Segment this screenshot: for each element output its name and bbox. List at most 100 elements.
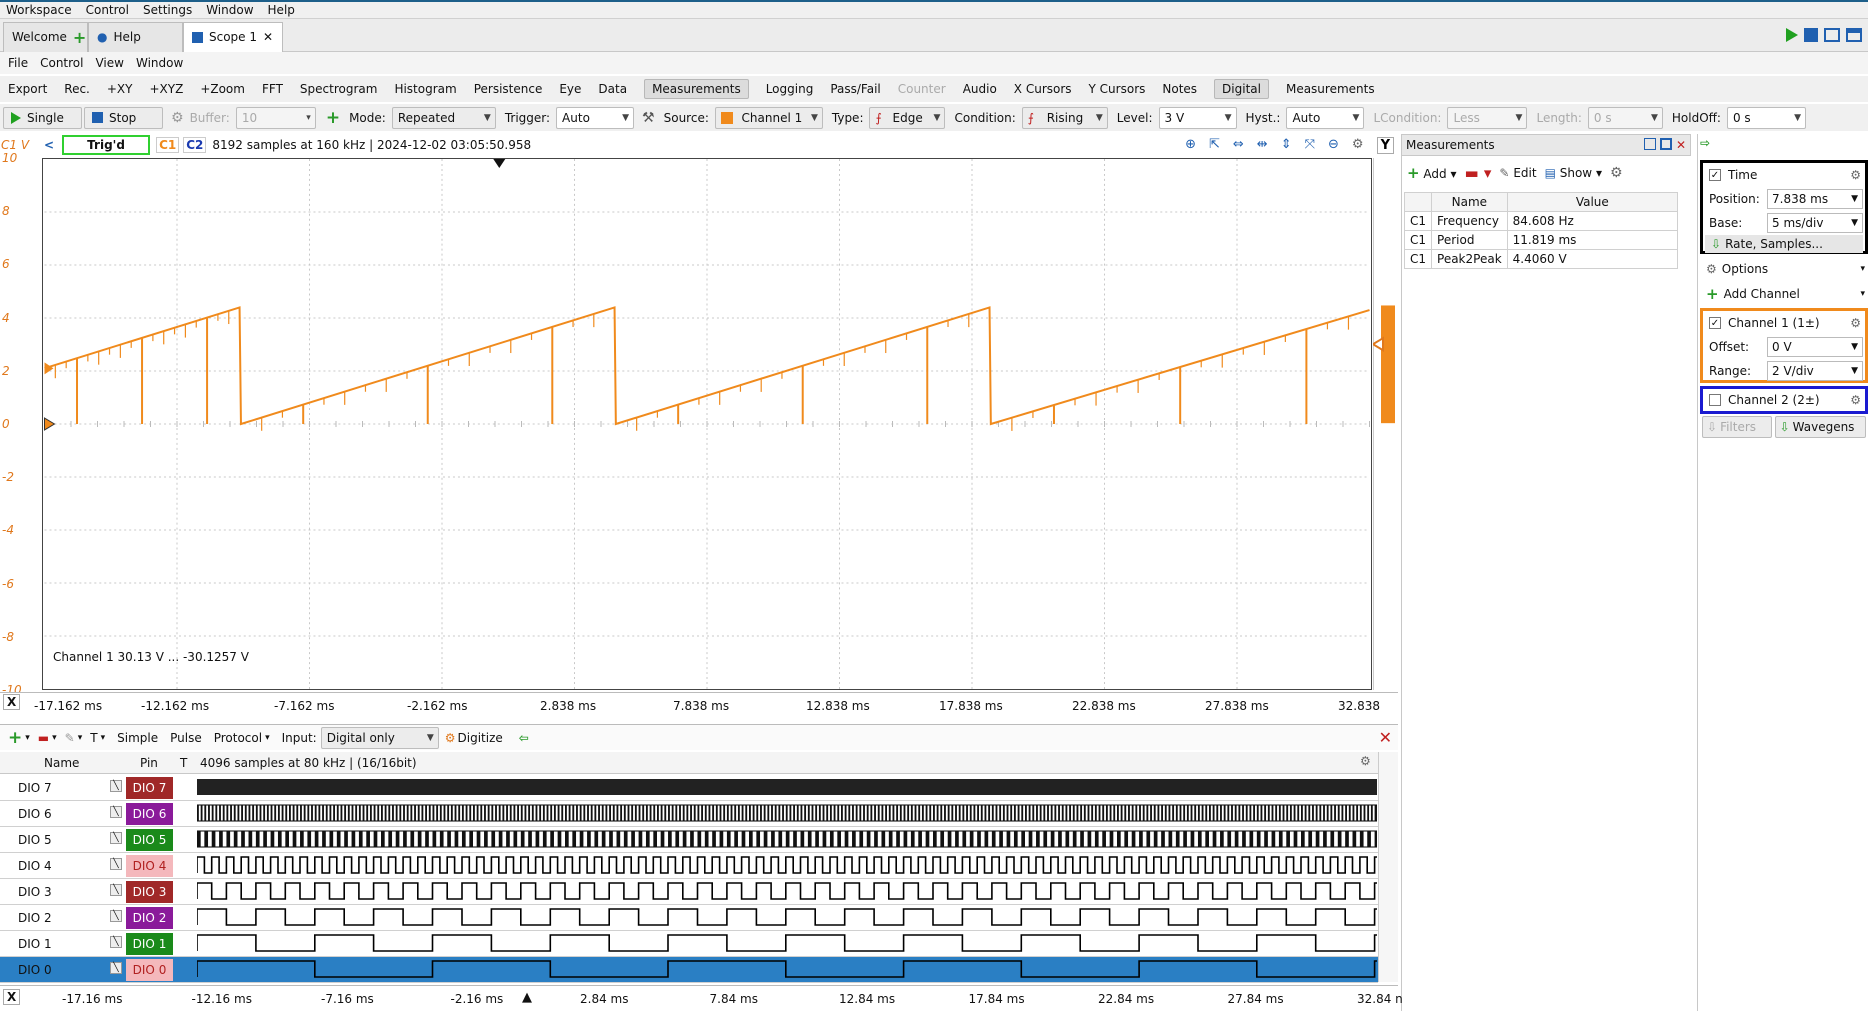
protocol-button[interactable]: Protocol [214,731,262,745]
close-icon[interactable]: ✕ [263,30,273,44]
measurement-row[interactable]: C1 Peak2Peak 4.4060 V [1403,249,1679,269]
t-menu[interactable]: T [90,731,97,745]
type-select[interactable]: ⨍ Edge ▼ [869,106,946,129]
edit-icon[interactable]: ╲ [110,832,122,844]
level-input[interactable]: 3 V ▼ [1158,106,1237,129]
menu-settings[interactable]: Settings [143,3,192,17]
single-button[interactable]: Single [3,106,82,129]
digitize-icon[interactable]: ⚙ [445,731,456,745]
remove-icon[interactable]: ▬ ▾ [1464,164,1491,182]
tool-export[interactable]: Export [8,80,47,98]
hammer-icon[interactable]: ⚒ [642,110,655,126]
align-icon[interactable]: ⇹ [1257,137,1268,154]
condition-select[interactable]: ⨍ Rising ▼ [1021,106,1108,129]
tool--xy[interactable]: +XY [107,80,133,98]
tab-welcome[interactable]: Welcome + [3,21,88,52]
source-select[interactable]: Channel 1 ▼ [714,106,823,129]
menu-window[interactable]: Window [206,3,253,17]
wavegens-button[interactable]: ⇩ Wavegens [1774,416,1866,438]
filters-button[interactable]: ⇩ Filters [1702,416,1772,438]
gear-icon[interactable]: ⚙ [1360,754,1371,768]
tool-y-cursors[interactable]: Y Cursors [1089,80,1146,98]
tool-spectrogram[interactable]: Spectrogram [300,80,378,98]
tool--xyz[interactable]: +XYZ [149,80,183,98]
edit-icon[interactable]: ✎ [65,731,75,745]
x-axis-button[interactable]: X [3,694,21,710]
layout-icon[interactable] [1846,28,1862,42]
input-select[interactable]: Digital only ▼ [320,726,439,749]
trigger-select[interactable]: Auto ▼ [556,106,635,129]
menu2-window[interactable]: Window [136,56,183,70]
show-button[interactable]: ▤ Show ▾ [1545,166,1602,180]
edit-button[interactable]: ✎ Edit [1499,166,1536,180]
fit-width-icon[interactable]: ⇔ [1233,137,1244,154]
hyst-input[interactable]: Auto ▼ [1286,106,1365,129]
tool-audio[interactable]: Audio [963,80,997,98]
offset-input[interactable]: 0 V ▼ [1767,337,1863,357]
position-input[interactable]: 7.838 ms ▼ [1767,189,1863,209]
chevron-down-icon[interactable]: ▾ [52,733,57,743]
simple-button[interactable]: Simple [117,731,158,745]
add-icon[interactable]: + [8,728,22,748]
tool--zoom[interactable]: +Zoom [200,80,245,98]
restore-icon[interactable] [1643,138,1656,150]
tool-notes[interactable]: Notes [1162,80,1197,98]
add-icon[interactable]: + [326,108,340,128]
magnify-icon[interactable]: ⊖ [1328,137,1339,154]
channel-1-offset-marker[interactable] [44,417,56,431]
gear-icon[interactable]: ⚙ [1850,316,1861,330]
edit-icon[interactable]: ╲ [110,884,122,896]
remove-icon[interactable]: ▬ [38,731,49,745]
trigger-level-marker[interactable] [1373,336,1384,352]
tool-counter[interactable]: Counter [898,80,946,98]
mode-select[interactable]: Repeated ▼ [391,106,496,129]
menu-workspace[interactable]: Workspace [6,3,72,17]
digitize-button[interactable]: Digitize [458,731,503,745]
menu-control[interactable]: Control [86,3,129,17]
edit-icon[interactable]: ╲ [110,936,122,948]
fit-x-icon[interactable]: ⇱ [1209,137,1220,154]
add-measurement-button[interactable]: + Add ▾ [1407,164,1456,182]
tool-histogram[interactable]: Histogram [394,80,456,98]
channel-1-checkbox[interactable]: ✓ [1709,317,1721,329]
menu2-view[interactable]: View [95,56,123,70]
tool-eye[interactable]: Eye [559,80,581,98]
chevron-left-icon[interactable]: < [44,138,54,152]
buffer-input[interactable]: 10 ▾ [235,106,316,129]
channel-2-checkbox[interactable] [1709,394,1721,406]
tool-logging[interactable]: Logging [766,80,814,98]
edit-icon[interactable]: ╲ [110,858,122,870]
c1-badge[interactable]: C1 [156,137,180,153]
tool-persistence[interactable]: Persistence [474,80,543,98]
gear-icon[interactable]: ⚙ [171,110,184,126]
stop-button[interactable]: Stop [84,106,163,129]
tool-rec-[interactable]: Rec. [64,80,90,98]
lcondition-select[interactable]: Less ▼ [1447,106,1528,129]
tool-data[interactable]: Data [598,80,627,98]
autoscale-icon[interactable]: ⤧ [1305,137,1315,154]
tool-pass-fail[interactable]: Pass/Fail [830,80,880,98]
edit-icon[interactable]: ╲ [110,780,122,792]
tab-scope-1[interactable]: Scope 1 ✕ [183,21,283,52]
close-icon[interactable]: ✕ [1379,728,1392,747]
window-icon[interactable] [1824,28,1840,42]
c2-badge[interactable]: C2 [183,137,207,153]
settings-icon[interactable]: ⚙ [1352,137,1364,154]
base-input[interactable]: 5 ms/div ▼ [1767,213,1863,233]
tool-x-cursors[interactable]: X Cursors [1014,80,1072,98]
chevron-down-icon[interactable]: ▾ [78,733,83,743]
time-checkbox[interactable]: ✓ [1709,169,1721,181]
tab-help[interactable]: ● Help [88,21,183,52]
holdoff-input[interactable]: 0 s ▼ [1726,106,1806,129]
chevron-down-icon[interactable]: ▾ [101,733,106,743]
scope-plot[interactable] [42,158,1372,690]
gear-icon[interactable]: ⚙ [1610,165,1623,181]
menu-help[interactable]: Help [268,3,295,17]
chevron-down-icon[interactable]: ▾ [265,733,270,743]
options-row[interactable]: ⚙ Options ▾ [1700,257,1868,281]
gear-icon[interactable]: ⚙ [1850,168,1861,182]
tool-fft[interactable]: FFT [262,80,283,98]
tool-digital[interactable]: Digital [1214,79,1269,99]
digital-x-button[interactable]: X [3,989,21,1005]
digital-waveforms[interactable] [197,775,1377,983]
